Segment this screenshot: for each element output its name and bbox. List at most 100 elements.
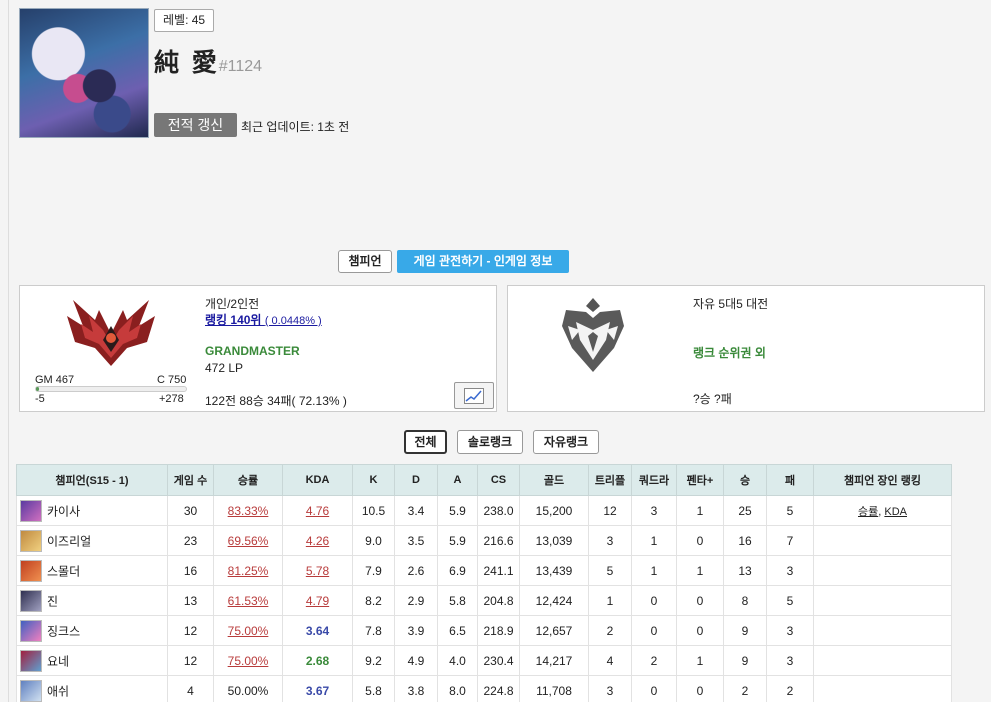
value-triple: 5 [606,563,614,578]
cell-kda[interactable]: 4.76 [282,495,353,526]
column-header[interactable]: 챔피언 장인 랭킹 [813,464,952,496]
cell-kda[interactable]: 3.67 [282,675,353,702]
value-winrate: 61.53% [227,593,269,608]
cell-winrate[interactable]: 61.53% [213,585,283,616]
cell-gold: 14,217 [519,645,589,676]
cell-kda[interactable]: 4.79 [282,585,353,616]
cell-k: 7.9 [352,555,395,586]
cell-kda[interactable]: 3.64 [282,615,353,646]
cell-winrate[interactable]: 81.25% [213,555,283,586]
ranking-link[interactable]: 랭킹 140위 ( 0.0448% ) [205,311,322,328]
value-quadra: 0 [650,623,658,638]
table-row: 이즈리얼 23 69.56% 4.26 9.0 3.5 5.9 216.6 13,039 3 1 0 1… [16,525,952,556]
value-loss: 3 [786,563,794,578]
champion-cell[interactable]: 애쉬 [16,675,168,702]
value-gold: 15,200 [535,503,573,518]
champion-name: 카이사 [47,504,81,518]
filter-all-button[interactable]: 전체 [404,430,447,454]
challenger-cutoff-label: C 750 [157,374,187,386]
cell-kda[interactable]: 5.78 [282,555,353,586]
ranking-text: 랭킹 140위 [205,313,262,327]
value-kda: 4.76 [305,503,330,518]
filter-solo-button[interactable]: 솔로랭크 [457,430,523,454]
value-a: 5.9 [449,503,466,518]
champion-cell[interactable]: 카이사 [16,495,168,526]
value-games: 12 [183,653,198,668]
value-quadra: 0 [650,683,658,698]
column-header[interactable]: CS [477,464,520,496]
cell-k: 10.5 [352,495,395,526]
column-header[interactable]: 게임 수 [167,464,214,496]
gm-cutoff-label: GM 467 [35,374,75,386]
tab-spectate[interactable]: 게임 관전하기 - 인게임 정보 [397,250,569,273]
cell-winrate[interactable]: 50.00% [213,675,283,702]
cell-games: 12 [167,645,214,676]
cell-triple: 12 [588,495,632,526]
value-d: 4.9 [407,653,425,668]
cell-cs: 218.9 [477,615,520,646]
value-penta: 0 [696,533,704,548]
champion-cell[interactable]: 이즈리얼 [16,525,168,556]
value-a: 5.8 [449,593,466,608]
value-quadra: 0 [650,593,658,608]
flex-queue-label: 자유 5대5 대전 [693,297,769,311]
refresh-button[interactable]: 전적 갱신 [154,113,237,137]
cell-winrate[interactable]: 69.56% [213,525,283,556]
column-header[interactable]: 트리플 [588,464,632,496]
cell-penta: 1 [676,555,724,586]
cell-winrate[interactable]: 75.00% [213,645,283,676]
cell-winrate[interactable]: 75.00% [213,615,283,646]
column-header[interactable]: KDA [282,464,353,496]
value-a: 6.9 [449,563,466,578]
lp-graph-button[interactable] [454,382,494,409]
summoner-tag: #1124 [218,58,263,75]
champion-cell[interactable]: 징크스 [16,615,168,646]
tab-champion[interactable]: 챔피언 [338,250,392,273]
mastery-winrate-link[interactable]: 승률 [858,506,878,518]
cell-gold: 15,200 [519,495,589,526]
column-header[interactable]: A [437,464,478,496]
table-row: 진 13 61.53% 4.79 8.2 2.9 5.8 204.8 12,424 1 0 0 8 5 [16,585,952,616]
cell-loss: 3 [766,645,814,676]
value-cs: 218.9 [483,623,514,638]
champion-cell[interactable]: 스몰더 [16,555,168,586]
value-winrate: 75.00% [227,623,269,638]
column-header[interactable]: 쿼드라 [631,464,677,496]
cell-kda[interactable]: 4.26 [282,525,353,556]
cell-triple: 5 [588,555,632,586]
column-header[interactable]: 승 [723,464,767,496]
champion-cell[interactable]: 진 [16,585,168,616]
value-triple: 3 [606,683,614,698]
value-d: 2.9 [407,593,425,608]
mastery-ranking-cell [813,585,952,616]
cell-games: 13 [167,585,214,616]
value-quadra: 3 [650,503,658,518]
cell-kda[interactable]: 2.68 [282,645,353,676]
cell-games: 4 [167,675,214,702]
value-penta: 0 [696,683,704,698]
cell-quadra: 3 [631,495,677,526]
cell-triple: 1 [588,585,632,616]
column-header[interactable]: D [394,464,438,496]
cell-win: 8 [723,585,767,616]
filter-flex-button[interactable]: 자유랭크 [533,430,599,454]
column-header[interactable]: 승률 [213,464,283,496]
cell-loss: 5 [766,585,814,616]
value-k: 7.9 [365,563,382,578]
column-header[interactable]: K [352,464,395,496]
column-header[interactable]: 패 [766,464,814,496]
column-header[interactable]: 펜타+ [676,464,724,496]
cell-loss: 7 [766,525,814,556]
champion-portrait-icon [20,679,42,702]
cell-winrate[interactable]: 83.33% [213,495,283,526]
value-kda: 4.79 [305,593,330,608]
champion-cell[interactable]: 요네 [16,645,168,676]
column-header[interactable]: 챔피언(S15 - 1) [16,464,168,496]
cell-cs: 230.4 [477,645,520,676]
cell-win: 2 [723,675,767,702]
cell-penta: 0 [676,675,724,702]
column-header[interactable]: 골드 [519,464,589,496]
value-a: 4.0 [449,653,466,668]
champion-name: 애쉬 [47,684,70,698]
mastery-kda-link[interactable]: KDA [884,506,907,518]
